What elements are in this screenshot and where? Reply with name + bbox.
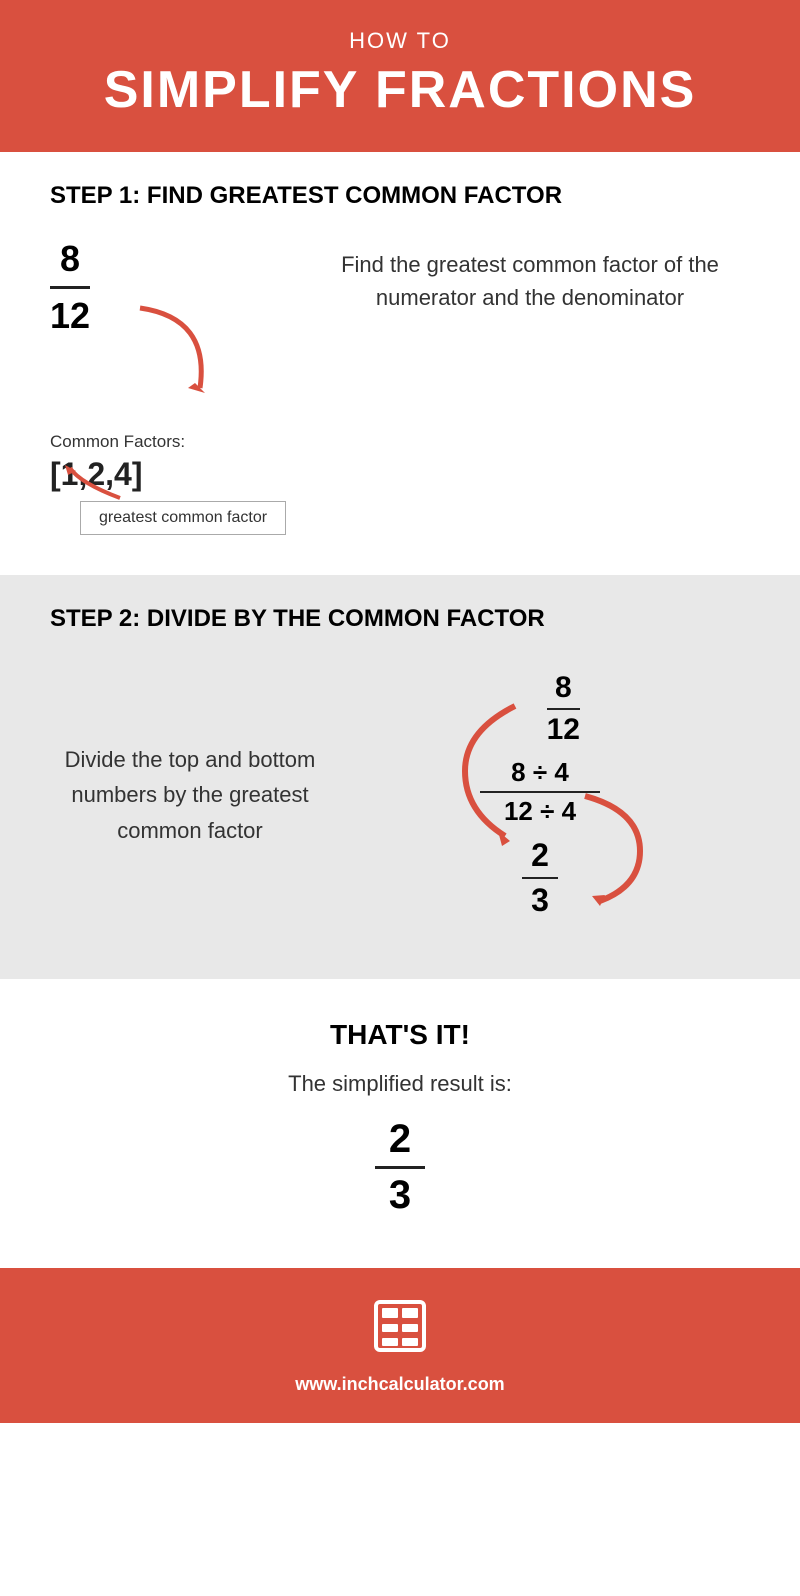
step2-arrow-svg bbox=[460, 691, 530, 851]
common-factors-label: Common Factors: bbox=[50, 432, 310, 452]
step1-section: STEP 1: FIND GREATEST COMMON FACTOR 8 12… bbox=[0, 152, 800, 575]
conclusion-fraction-line bbox=[375, 1166, 425, 1169]
step2-right-arrow-container bbox=[570, 791, 650, 916]
calculator-svg bbox=[372, 1298, 428, 1354]
step2-fractions: 8 12 8 ÷ 4 12 ÷ 4 bbox=[460, 661, 640, 929]
step2-fraction-original: 8 12 bbox=[547, 671, 580, 747]
step1-fraction-line bbox=[50, 286, 90, 289]
calculator-icon bbox=[20, 1298, 780, 1366]
step2-right-arrow-svg bbox=[570, 791, 650, 911]
arrow-down-right bbox=[130, 298, 220, 403]
step2-orig-numerator: 8 bbox=[555, 671, 572, 705]
step2-right-panel: 8 12 8 ÷ 4 12 ÷ 4 bbox=[350, 661, 750, 929]
header-title: SIMPLIFY FRACTIONS bbox=[20, 60, 780, 120]
step2-orig-line bbox=[547, 708, 580, 710]
footer: www.inchcalculator.com bbox=[0, 1268, 800, 1423]
gcf-arrow-svg bbox=[60, 463, 140, 503]
conclusion-fraction-numerator: 2 bbox=[389, 1117, 411, 1162]
step2-description: Divide the top and bottom numbers by the… bbox=[50, 742, 330, 848]
step1-heading: STEP 1: FIND GREATEST COMMON FACTOR bbox=[50, 182, 750, 210]
conclusion-text: The simplified result is: bbox=[50, 1071, 750, 1097]
conclusion-section: THAT'S IT! The simplified result is: 2 3 bbox=[0, 979, 800, 1268]
step1-fraction-numerator: 8 bbox=[60, 238, 80, 280]
step2-result-denominator: 3 bbox=[531, 882, 549, 919]
gcf-label: greatest common factor bbox=[80, 501, 286, 535]
step1-description: Find the greatest common factor of the n… bbox=[310, 238, 750, 314]
footer-url: www.inchcalculator.com bbox=[20, 1374, 780, 1395]
step1-fraction: 8 12 bbox=[50, 238, 90, 337]
step1-left-panel: 8 12 Common Factors: [1,2,4] bbox=[50, 238, 310, 535]
conclusion-fraction: 2 3 bbox=[375, 1117, 425, 1218]
arrow-curve-svg bbox=[130, 298, 220, 398]
conclusion-heading: THAT'S IT! bbox=[50, 1019, 750, 1051]
step2-orig-denominator: 12 bbox=[547, 713, 580, 747]
gcf-callout: greatest common factor bbox=[50, 501, 310, 535]
step2-heading: STEP 2: DIVIDE BY THE COMMON FACTOR bbox=[50, 605, 750, 633]
conclusion-fraction-denominator: 3 bbox=[389, 1173, 411, 1218]
header-subtitle: HOW TO bbox=[20, 28, 780, 54]
step2-result-line bbox=[522, 877, 558, 879]
step2-arrow-container bbox=[460, 691, 530, 856]
header: HOW TO SIMPLIFY FRACTIONS bbox=[0, 0, 800, 152]
step2-section: STEP 2: DIVIDE BY THE COMMON FACTOR Divi… bbox=[0, 575, 800, 979]
step1-fraction-denominator: 12 bbox=[50, 295, 90, 337]
step2-result-numerator: 2 bbox=[531, 837, 549, 874]
